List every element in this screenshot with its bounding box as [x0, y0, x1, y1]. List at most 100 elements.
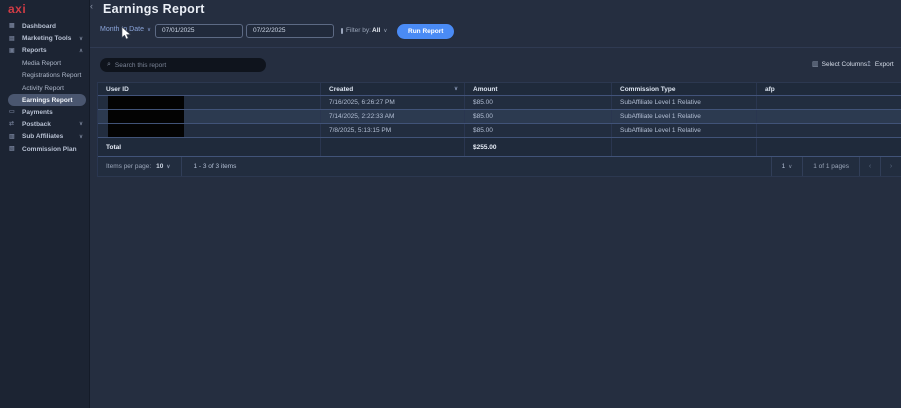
sidebar-item-media-report[interactable]: Media Report	[0, 57, 90, 69]
sidebar-item-label: Reports	[22, 47, 47, 54]
amount-cell: $85.00	[465, 110, 612, 123]
sidebar-item-label: Dashboard	[22, 23, 56, 30]
column-header-commission-type[interactable]: Commission Type	[612, 83, 757, 95]
afp-cell	[757, 124, 901, 137]
sub-affiliates-icon: ▥	[9, 134, 17, 140]
next-page-button[interactable]: ›	[880, 157, 901, 176]
sidebar-item-label: Sub Affiliates	[22, 133, 63, 140]
table-row[interactable]: 7/8/2025, 5:13:15 PM $85.00 SubAffiliate…	[98, 124, 901, 138]
chevron-down-icon: ∨	[79, 121, 83, 127]
filter-by-label: Filter by:	[346, 27, 371, 34]
items-per-page: Items per page: 10∨ 1 - 3 of 3 items	[98, 157, 236, 176]
pagination-range: 1 - 3 of 3 items	[193, 163, 236, 170]
redacted-user-id	[108, 96, 184, 109]
chevron-up-icon: ∧	[79, 48, 83, 54]
column-header-label: Created	[329, 86, 353, 93]
chevron-down-icon: ∨	[383, 28, 387, 34]
commission-type-cell: SubAffiliate Level 1 Relative	[612, 96, 757, 109]
created-cell: 7/16/2025, 6:26:27 PM	[321, 96, 465, 109]
date-from-field[interactable]	[155, 24, 243, 38]
sidebar-item-earnings-report[interactable]: Earnings Report	[8, 94, 86, 106]
table-header-row: User ID Created ∨ Amount Commission Type…	[98, 82, 901, 96]
marketing-tools-icon: ▤	[9, 36, 17, 42]
items-per-page-label: Items per page:	[106, 163, 151, 170]
commission-type-cell: SubAffiliate Level 1 Relative	[612, 110, 757, 123]
sidebar: axi ▦ Dashboard ▤ Marketing Tools ∨ ▣ Re…	[0, 0, 90, 408]
date-to-field[interactable]	[246, 24, 334, 38]
sidebar-item-label: Earnings Report	[22, 97, 73, 104]
column-header-afp[interactable]: afp	[757, 83, 901, 95]
sidebar-item-commission-plan[interactable]: ▧ Commission Plan	[0, 143, 90, 155]
columns-icon: ▥	[812, 60, 819, 68]
filter-by-dropdown[interactable]: All∨	[372, 27, 387, 34]
page-count-text: 1 of 1 pages	[802, 157, 859, 176]
created-cell: 7/8/2025, 5:13:15 PM	[321, 124, 465, 137]
postback-icon: ⇄	[9, 121, 17, 127]
reports-icon: ▣	[9, 48, 17, 54]
sidebar-item-marketing-tools[interactable]: ▤ Marketing Tools ∨	[0, 32, 90, 44]
dashboard-icon: ▦	[9, 23, 17, 29]
column-header-created[interactable]: Created ∨	[321, 83, 465, 95]
table-row[interactable]: 7/14/2025, 2:22:33 AM $85.00 SubAffiliat…	[98, 110, 901, 124]
pagination-controls: 1∨ 1 of 1 pages ‹ ›	[771, 157, 901, 176]
payments-icon: ▭	[9, 109, 17, 115]
table-row[interactable]: 7/16/2025, 6:26:27 PM $85.00 SubAffiliat…	[98, 96, 901, 110]
user-id-cell	[98, 110, 321, 123]
column-header-user-id[interactable]: User ID	[98, 83, 321, 95]
pagination-bar: Items per page: 10∨ 1 - 3 of 3 items 1∨ …	[98, 157, 901, 177]
search-icon: ⌕	[107, 61, 111, 69]
sidebar-item-label: Payments	[22, 109, 53, 116]
user-id-cell	[98, 96, 321, 109]
sort-desc-icon[interactable]: ∨	[454, 86, 458, 92]
sidebar-item-label: Marketing Tools	[22, 35, 71, 42]
commission-plan-icon: ▧	[9, 146, 17, 152]
column-header-amount[interactable]: Amount	[465, 83, 612, 95]
page-select-dropdown[interactable]: 1∨	[771, 157, 803, 176]
chevron-down-icon: ∨	[166, 164, 170, 170]
app-logo[interactable]: axi	[8, 2, 26, 16]
afp-cell	[757, 110, 901, 123]
table-total-row: Total $255.00	[98, 138, 901, 157]
prev-page-button[interactable]: ‹	[859, 157, 880, 176]
sidebar-item-registrations-report[interactable]: Registrations Report	[0, 70, 90, 82]
run-report-button[interactable]: Run Report	[397, 24, 454, 39]
mouse-cursor	[121, 27, 132, 45]
amount-cell: $85.00	[465, 124, 612, 137]
sidebar-item-payments[interactable]: ▭ Payments	[0, 106, 90, 118]
date-to-input[interactable]	[247, 27, 341, 34]
user-id-cell	[98, 124, 321, 137]
sidebar-item-label: Postback	[22, 121, 51, 128]
redacted-user-id	[108, 124, 184, 137]
chevron-down-icon: ∨	[79, 134, 83, 140]
redacted-user-id	[108, 110, 184, 123]
sidebar-collapse-icon[interactable]: ‹	[90, 1, 93, 11]
commission-type-cell: SubAffiliate Level 1 Relative	[612, 124, 757, 137]
sidebar-item-activity-report[interactable]: Activity Report	[0, 82, 90, 94]
page-select-value: 1	[782, 163, 786, 170]
total-commission-cell	[612, 138, 757, 156]
report-search[interactable]: ⌕	[100, 58, 266, 72]
pagination-divider	[181, 157, 182, 176]
chevron-down-icon: ∨	[79, 36, 83, 42]
items-per-page-value: 10	[156, 163, 163, 170]
sidebar-item-label: Activity Report	[22, 85, 64, 92]
search-input[interactable]	[115, 62, 266, 69]
amount-cell: $85.00	[465, 96, 612, 109]
sidebar-item-postback[interactable]: ⇄ Postback ∨	[0, 118, 90, 130]
sidebar-nav: ▦ Dashboard ▤ Marketing Tools ∨ ▣ Report…	[0, 20, 90, 155]
sidebar-item-label: Commission Plan	[22, 146, 77, 153]
items-per-page-dropdown[interactable]: 10∨	[156, 163, 170, 170]
total-created-cell	[321, 138, 465, 156]
header-divider	[90, 47, 901, 48]
total-label: Total	[98, 138, 321, 156]
date-from-input[interactable]	[156, 27, 250, 34]
page-title: Earnings Report	[103, 2, 205, 16]
select-columns-button[interactable]: ▥ Select Columns	[812, 60, 867, 68]
sidebar-item-reports[interactable]: ▣ Reports ∧	[0, 45, 90, 57]
chevron-down-icon: ∨	[147, 27, 151, 33]
export-button[interactable]: ↥ Export	[866, 60, 894, 68]
sidebar-item-dashboard[interactable]: ▦ Dashboard	[0, 20, 90, 32]
total-amount: $255.00	[465, 138, 612, 156]
export-icon: ↥	[866, 60, 872, 68]
sidebar-item-sub-affiliates[interactable]: ▥ Sub Affiliates ∨	[0, 131, 90, 143]
